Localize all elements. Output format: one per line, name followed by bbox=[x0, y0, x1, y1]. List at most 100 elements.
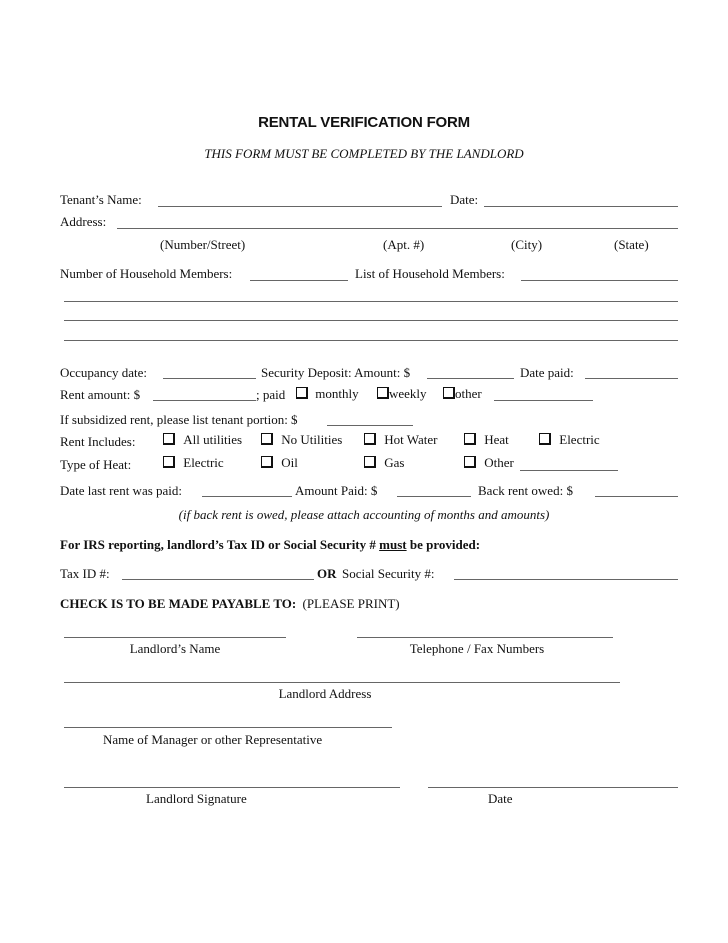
frequency-monthly-label: monthly bbox=[315, 386, 359, 401]
checkbox-hot-water[interactable] bbox=[364, 433, 376, 445]
signature-date-field[interactable] bbox=[428, 787, 678, 788]
household-count-field[interactable] bbox=[250, 280, 348, 281]
no-utilities-label: No Utilities bbox=[281, 432, 343, 447]
frequency-other-field[interactable] bbox=[494, 400, 593, 401]
rent-includes-all-utilities[interactable]: All utilities bbox=[163, 433, 242, 446]
checkbox-heat-gas[interactable] bbox=[364, 456, 376, 468]
heat-type-other[interactable]: Other bbox=[464, 456, 514, 469]
subsidized-field[interactable] bbox=[327, 425, 413, 426]
amount-paid-label: Amount Paid: $ bbox=[295, 483, 378, 498]
ssn-field[interactable] bbox=[454, 579, 678, 580]
tenant-name-field[interactable] bbox=[158, 206, 442, 207]
heat-other-label: Other bbox=[484, 455, 514, 470]
household-list-label: List of Household Members: bbox=[355, 266, 505, 281]
form-subtitle: THIS FORM MUST BE COMPLETED BY THE LANDL… bbox=[204, 146, 524, 161]
payee-heading-note: (PLEASE PRINT) bbox=[302, 596, 400, 611]
rent-includes-label: Rent Includes: bbox=[60, 434, 136, 449]
last-paid-label: Date last rent was paid: bbox=[60, 483, 183, 498]
frequency-other-label: other bbox=[455, 386, 482, 401]
tax-id-label: Tax ID #: bbox=[60, 566, 110, 581]
checkbox-other[interactable] bbox=[443, 387, 455, 399]
heat-other-field[interactable] bbox=[520, 470, 618, 471]
phone-fax-field[interactable] bbox=[357, 637, 613, 638]
household-list-line-1[interactable] bbox=[64, 301, 678, 302]
landlord-name-caption: Landlord’s Name bbox=[129, 641, 221, 656]
irs-heading-text: For IRS reporting, landlord’s Tax ID or … bbox=[60, 537, 376, 552]
security-deposit-field[interactable] bbox=[427, 378, 514, 379]
manager-name-field[interactable] bbox=[64, 727, 392, 728]
rent-includes-hot-water[interactable]: Hot Water bbox=[364, 433, 437, 446]
heat-type-oil[interactable]: Oil bbox=[261, 456, 298, 469]
signature-date-caption: Date bbox=[488, 791, 513, 806]
amount-paid-field[interactable] bbox=[397, 496, 471, 497]
checkbox-no-utilities[interactable] bbox=[261, 433, 273, 445]
heat-label: Heat bbox=[484, 432, 509, 447]
rent-includes-electric[interactable]: Electric bbox=[539, 433, 600, 446]
back-rent-field[interactable] bbox=[595, 496, 678, 497]
rent-includes-heat[interactable]: Heat bbox=[464, 433, 509, 446]
phone-fax-caption: Telephone / Fax Numbers bbox=[409, 641, 545, 656]
ssn-label: Social Security #: bbox=[342, 566, 435, 581]
landlord-address-field[interactable] bbox=[64, 682, 620, 683]
household-list-line-3[interactable] bbox=[64, 340, 678, 341]
last-paid-field[interactable] bbox=[202, 496, 292, 497]
frequency-other-option[interactable]: other bbox=[443, 387, 482, 400]
frequency-weekly-option[interactable]: weekly bbox=[377, 387, 427, 400]
household-list-field[interactable] bbox=[521, 280, 678, 281]
checkbox-heat-other[interactable] bbox=[464, 456, 476, 468]
manager-name-caption: Name of Manager or other Representative bbox=[103, 732, 323, 747]
address-hint-state: (State) bbox=[614, 237, 649, 252]
occupancy-date-field[interactable] bbox=[163, 378, 256, 379]
address-hint-apt: (Apt. #) bbox=[383, 237, 425, 252]
frequency-monthly-option[interactable]: monthly bbox=[296, 387, 359, 400]
subsidized-label: If subsidized rent, please list tenant p… bbox=[60, 412, 298, 427]
address-field[interactable] bbox=[117, 228, 678, 229]
irs-heading-emphasis: must bbox=[379, 537, 407, 552]
date-label: Date: bbox=[450, 192, 479, 207]
date-paid-field[interactable] bbox=[585, 378, 678, 379]
payee-heading-text: CHECK IS TO BE MADE PAYABLE TO: bbox=[60, 596, 297, 611]
checkbox-heat-oil[interactable] bbox=[261, 456, 273, 468]
occupancy-date-label: Occupancy date: bbox=[60, 365, 147, 380]
landlord-name-field[interactable] bbox=[64, 637, 286, 638]
date-paid-label: Date paid: bbox=[520, 365, 574, 380]
checkbox-weekly[interactable] bbox=[377, 387, 389, 399]
back-rent-note: (if back rent is owed, please attach acc… bbox=[178, 507, 550, 522]
landlord-address-caption: Landlord Address bbox=[278, 686, 372, 701]
heat-gas-label: Gas bbox=[384, 455, 405, 470]
tax-id-field[interactable] bbox=[122, 579, 314, 580]
address-label: Address: bbox=[60, 214, 107, 229]
or-label: OR bbox=[317, 566, 337, 581]
tenant-name-label: Tenant’s Name: bbox=[60, 192, 142, 207]
paid-label: ; paid bbox=[256, 387, 286, 402]
rent-includes-no-utilities[interactable]: No Utilities bbox=[261, 433, 342, 446]
irs-heading: For IRS reporting, landlord’s Tax ID or … bbox=[60, 538, 480, 551]
heat-type-label: Type of Heat: bbox=[60, 457, 132, 472]
frequency-weekly-label: weekly bbox=[389, 386, 427, 401]
electric-label: Electric bbox=[559, 432, 600, 447]
household-count-label: Number of Household Members: bbox=[60, 266, 233, 281]
checkbox-electric[interactable] bbox=[539, 433, 551, 445]
irs-heading-tail: be provided: bbox=[409, 537, 481, 552]
payee-heading: CHECK IS TO BE MADE PAYABLE TO: (PLEASE … bbox=[60, 597, 400, 610]
household-list-line-2[interactable] bbox=[64, 320, 678, 321]
heat-type-gas[interactable]: Gas bbox=[364, 456, 404, 469]
heat-oil-label: Oil bbox=[281, 455, 298, 470]
signature-field[interactable] bbox=[64, 787, 400, 788]
address-hint-city: (City) bbox=[511, 237, 543, 252]
date-field[interactable] bbox=[484, 206, 678, 207]
hot-water-label: Hot Water bbox=[384, 432, 438, 447]
security-deposit-label: Security Deposit: Amount: $ bbox=[261, 365, 411, 380]
checkbox-heat-electric[interactable] bbox=[163, 456, 175, 468]
checkbox-monthly[interactable] bbox=[296, 387, 308, 399]
back-rent-label: Back rent owed: $ bbox=[478, 483, 573, 498]
checkbox-all-utilities[interactable] bbox=[163, 433, 175, 445]
form-title: RENTAL VERIFICATION FORM bbox=[258, 114, 470, 131]
rent-amount-field[interactable] bbox=[153, 400, 256, 401]
rent-amount-label: Rent amount: $ bbox=[60, 387, 141, 402]
address-hint-street: (Number/Street) bbox=[160, 237, 246, 252]
signature-caption: Landlord Signature bbox=[146, 791, 247, 806]
heat-type-electric[interactable]: Electric bbox=[163, 456, 224, 469]
checkbox-heat[interactable] bbox=[464, 433, 476, 445]
all-utilities-label: All utilities bbox=[183, 432, 243, 447]
